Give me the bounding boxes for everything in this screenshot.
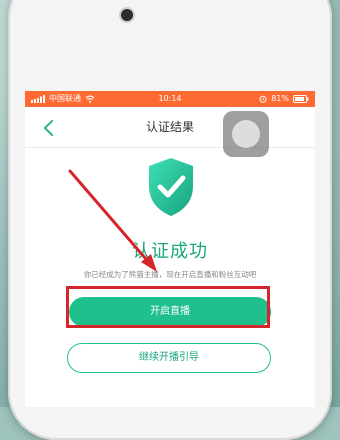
annotation-arrow [68,169,157,272]
